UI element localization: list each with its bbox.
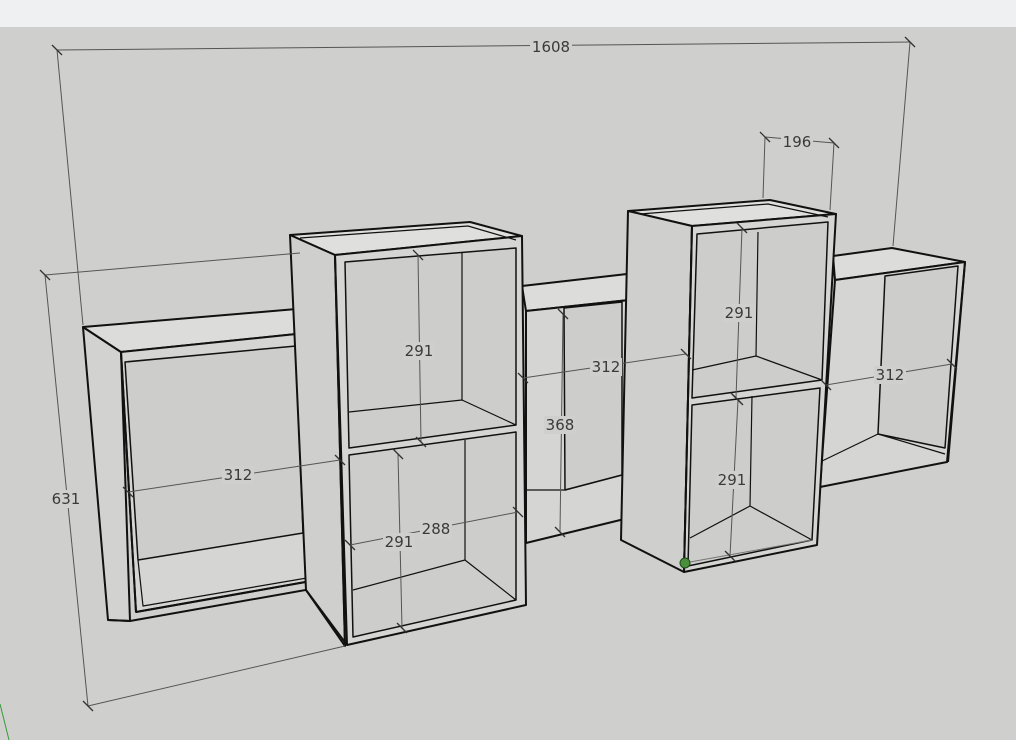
dim-tower2-bottom-height: 291 xyxy=(718,471,747,489)
dim-overall-height: 631 xyxy=(52,490,81,508)
dim-center-cell-width: 312 xyxy=(592,358,621,376)
dim-left-cell-width: 312 xyxy=(224,466,253,484)
dim-right-cell-width: 312 xyxy=(876,366,905,384)
tower-left[interactable] xyxy=(289,221,527,647)
dim-tower2-top-height: 291 xyxy=(725,304,754,322)
dim-tower1-top-height: 291 xyxy=(405,342,434,360)
shelf-model[interactable] xyxy=(82,199,966,647)
dim-center-height: 368 xyxy=(546,416,575,434)
dim-depth: 196 xyxy=(783,133,812,151)
shelf-model-canvas[interactable]: 1608 631 196 312 291 291 288 368 312 291… xyxy=(0,0,1016,740)
tower-right[interactable] xyxy=(620,199,837,573)
inference-point-marker xyxy=(679,557,691,569)
dim-tower1-bottom-height: 291 xyxy=(385,533,414,551)
dim-tower1-width: 288 xyxy=(422,520,451,538)
dim-overall-width: 1608 xyxy=(532,38,570,56)
green-axis-line xyxy=(0,703,10,740)
